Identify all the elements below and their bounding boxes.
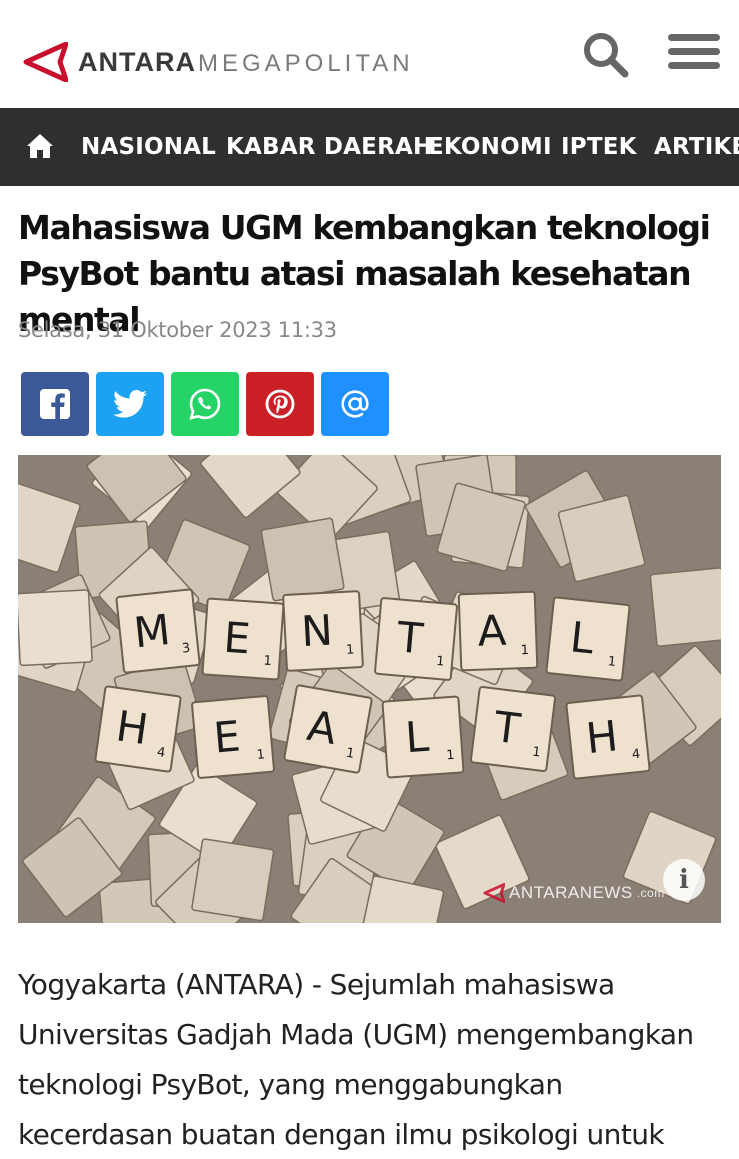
tile-points: 3 xyxy=(181,641,191,657)
share-pinterest-button[interactable] xyxy=(246,372,314,436)
search-button[interactable] xyxy=(581,30,629,78)
tile-letter: H xyxy=(584,711,621,763)
share-whatsapp-button[interactable] xyxy=(171,372,239,436)
mental-health-tiles-illustration: M 3 E 1N 1 T 1A 1 L 1H 4 E 1A 1 L 1T 1 H 4 xyxy=(18,455,721,923)
tile-points: 1 xyxy=(263,654,272,670)
letter-tile: M3 xyxy=(115,588,201,674)
letter-tile: E1 xyxy=(191,695,275,779)
watermark-text: ANTARANEWS xyxy=(509,883,633,902)
tile-letter: A xyxy=(477,606,508,656)
blank-tile xyxy=(191,838,275,922)
share-facebook-button[interactable] xyxy=(21,372,89,436)
tile-points: 1 xyxy=(607,654,617,670)
letter-tile: N1 xyxy=(282,590,364,672)
blank-tile xyxy=(260,517,345,602)
menu-bar xyxy=(668,48,720,55)
nav-item-iptek[interactable]: IPTEK xyxy=(561,108,637,186)
tile-points: 1 xyxy=(346,642,355,657)
nav-item-artikel[interactable]: ARTIKEL xyxy=(654,108,739,186)
article-date: Selasa, 31 Oktober 2023 11:33 xyxy=(18,318,337,342)
blank-tile xyxy=(18,589,93,667)
site-logo[interactable]: ANTARA MEGAPOLITAN xyxy=(22,40,414,84)
at-sign-icon xyxy=(341,390,369,418)
menu-bar xyxy=(668,62,720,69)
info-icon[interactable]: i xyxy=(663,859,705,901)
pinterest-icon xyxy=(265,389,295,419)
letter-tile: E1 xyxy=(201,597,285,681)
menu-bar xyxy=(668,34,720,41)
tile-letter: M xyxy=(131,605,172,658)
hamburger-menu-button[interactable] xyxy=(668,34,720,74)
whatsapp-icon xyxy=(189,388,221,420)
blank-tile xyxy=(649,567,721,647)
home-icon xyxy=(27,134,53,158)
nav-item-ekonomi[interactable]: EKONOMI xyxy=(428,108,552,186)
nav-item-nasional[interactable]: NASIONAL xyxy=(81,108,216,186)
tile-letter: H xyxy=(113,701,151,754)
tile-letter: N xyxy=(300,606,334,657)
antara-logo-icon xyxy=(483,883,505,903)
antara-logo-icon xyxy=(23,42,68,82)
tile-letter: E xyxy=(212,711,243,762)
twitter-icon xyxy=(113,389,147,418)
logo-subbrand: MEGAPOLITAN xyxy=(197,49,414,77)
search-icon xyxy=(584,33,629,78)
tile-letter: E xyxy=(222,613,252,664)
article-hero-image[interactable]: M3E1N1T1A1L1H4E1A1L1T1H4 ANTARANEWS .com… xyxy=(18,455,721,923)
letter-tile: L1 xyxy=(545,596,631,682)
letter-tile: L1 xyxy=(381,695,465,779)
share-twitter-button[interactable] xyxy=(96,372,164,436)
tile-points: 1 xyxy=(520,643,529,658)
letter-tile: A1 xyxy=(457,590,539,672)
antaranews-watermark: ANTARANEWS .com xyxy=(483,883,665,903)
tile-points: 1 xyxy=(256,747,266,763)
share-email-button[interactable] xyxy=(321,372,389,436)
letter-tile: A1 xyxy=(283,684,373,774)
site-header: ANTARA MEGAPOLITAN xyxy=(0,0,739,108)
watermark-domain: .com xyxy=(636,886,665,900)
facebook-icon xyxy=(40,389,70,419)
tile-points: 1 xyxy=(435,654,445,670)
tile-points: 4 xyxy=(631,747,641,763)
letter-tile: T1 xyxy=(469,685,557,773)
letter-tile: H4 xyxy=(565,694,651,780)
article-body-paragraph: Yogyakarta (ANTARA) - Sejumlah mahasiswa… xyxy=(18,968,694,1151)
nav-item-kabar-daerah[interactable]: KABAR DAERAH xyxy=(226,108,432,186)
main-navigation: NASIONAL KABAR DAERAH EKONOMI IPTEK ARTI… xyxy=(0,108,739,186)
letter-tile: H4 xyxy=(94,685,182,773)
nav-home-button[interactable] xyxy=(26,133,54,159)
tile-points: 1 xyxy=(446,748,455,764)
tile-letter: L xyxy=(404,712,431,763)
letter-tile: T1 xyxy=(374,597,458,681)
tile-letter: T xyxy=(394,612,425,663)
logo-wordmark: ANTARA xyxy=(78,46,196,77)
